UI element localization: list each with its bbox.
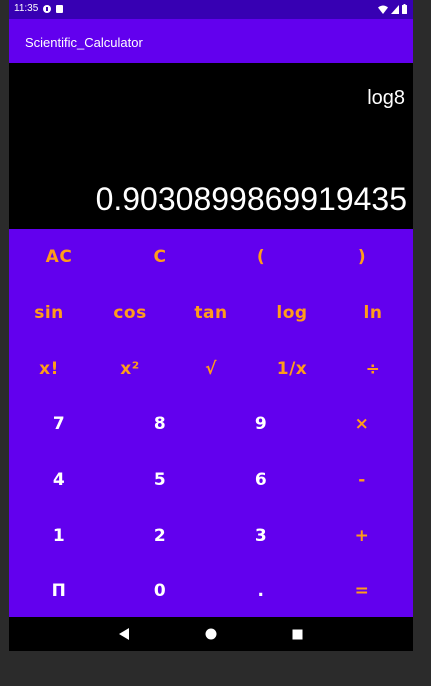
digit-7-button[interactable]: 7 xyxy=(9,396,110,452)
navigation-bar xyxy=(9,617,413,651)
keypad: AC C() sin cos tan log ln x! x² √ 1/x ÷ 7 8 9 × 4 5 6-1 2 3 +… xyxy=(9,229,413,617)
ln-button[interactable]: ln xyxy=(333,285,414,341)
digit-4-button[interactable]: 4 xyxy=(9,452,110,508)
digit-8-button[interactable]: 8 xyxy=(110,396,211,452)
status-bar: 11:35 xyxy=(9,0,413,19)
wifi-icon xyxy=(378,5,388,14)
result-text: 0.9030899869919435 xyxy=(95,181,407,217)
keypad-row: 456- xyxy=(9,452,413,508)
calculator-display: log8 0.9030899869919435 xyxy=(9,63,413,229)
pi-button[interactable]: Π xyxy=(9,563,110,619)
multiply-button[interactable]: × xyxy=(312,396,413,452)
add-button[interactable]: + xyxy=(312,508,413,564)
divide-button[interactable]: ÷ xyxy=(333,341,414,397)
keypad-row: x! x² √ 1/x ÷ xyxy=(9,341,413,397)
digit-1-button[interactable]: 1 xyxy=(9,508,110,564)
back-icon[interactable] xyxy=(117,627,131,641)
app-bar: Scientific_Calculator xyxy=(9,19,413,63)
signal-icon xyxy=(391,4,399,14)
device-screen: 11:35 Scientific_Calculator log8 0.90308… xyxy=(9,0,413,651)
digit-6-button[interactable]: 6 xyxy=(211,452,312,508)
subtract-button[interactable]: - xyxy=(312,452,413,508)
recents-icon[interactable] xyxy=(290,627,304,641)
sd-card-icon xyxy=(56,4,64,13)
factorial-button[interactable]: x! xyxy=(9,341,90,397)
all-clear-button[interactable]: AC xyxy=(9,229,110,285)
digit-2-button[interactable]: 2 xyxy=(110,508,211,564)
keypad-row: 1 2 3 + xyxy=(9,508,413,564)
close-paren-button[interactable]: ) xyxy=(312,229,413,285)
home-icon[interactable] xyxy=(204,627,218,641)
notification-icon xyxy=(43,4,52,13)
keypad-row: Π 0. = xyxy=(9,563,413,619)
equals-button[interactable]: = xyxy=(312,563,413,619)
status-time: 11:35 xyxy=(14,3,39,14)
digit-5-button[interactable]: 5 xyxy=(110,452,211,508)
log-button[interactable]: log xyxy=(252,285,333,341)
sin-button[interactable]: sin xyxy=(9,285,90,341)
status-left: 11:35 xyxy=(14,3,64,14)
digit-3-button[interactable]: 3 xyxy=(211,508,312,564)
clear-button[interactable]: C xyxy=(110,229,211,285)
tan-button[interactable]: tan xyxy=(171,285,252,341)
sqrt-button[interactable]: √ xyxy=(171,341,252,397)
square-button[interactable]: x² xyxy=(90,341,171,397)
cos-button[interactable]: cos xyxy=(90,285,171,341)
keypad-row: 7 8 9 × xyxy=(9,396,413,452)
decimal-button[interactable]: . xyxy=(211,563,312,619)
expression-text: log8 xyxy=(367,87,405,109)
digit-9-button[interactable]: 9 xyxy=(211,396,312,452)
keypad-row: AC C() xyxy=(9,229,413,285)
battery-icon xyxy=(402,4,407,14)
digit-0-button[interactable]: 0 xyxy=(110,563,211,619)
keypad-row: sin cos tan log ln xyxy=(9,285,413,341)
reciprocal-button[interactable]: 1/x xyxy=(252,341,333,397)
open-paren-button[interactable]: ( xyxy=(211,229,312,285)
app-title: Scientific_Calculator xyxy=(25,35,143,50)
status-right xyxy=(378,4,407,14)
